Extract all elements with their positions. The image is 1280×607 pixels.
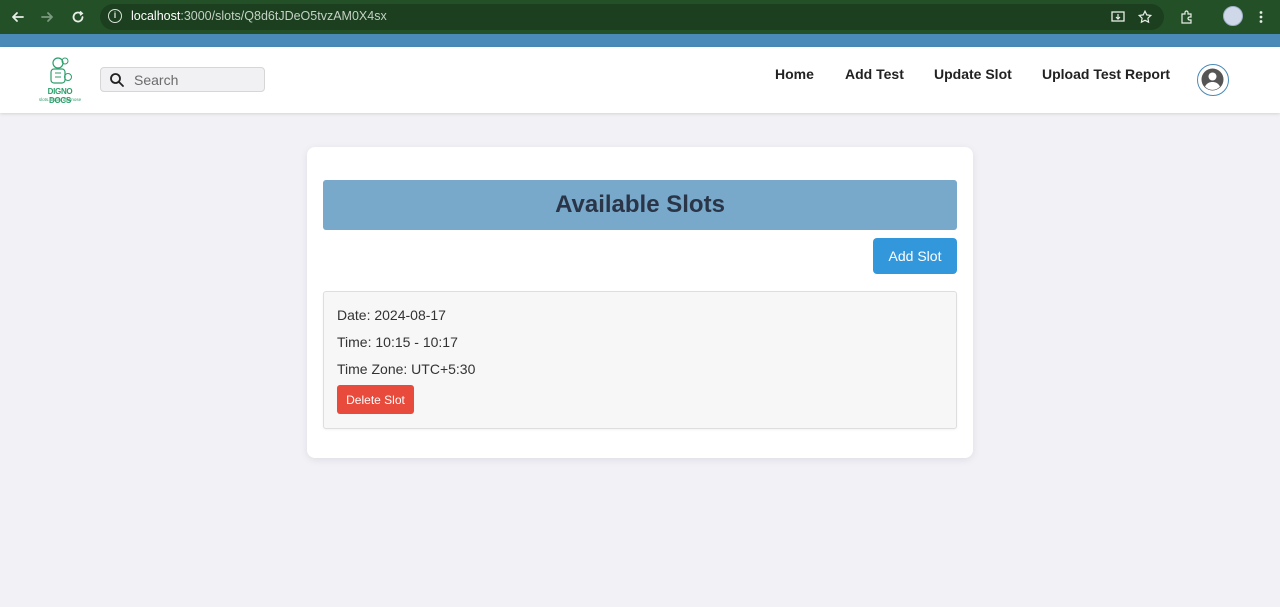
slots-title-bar: Available Slots	[323, 180, 957, 230]
slots-card: Available Slots Add Slot Date: 2024-08-1…	[307, 147, 973, 458]
reload-icon[interactable]	[67, 6, 89, 28]
accent-strip	[0, 34, 1280, 47]
search-icon	[110, 73, 124, 87]
extensions-icon[interactable]	[1176, 6, 1198, 28]
user-avatar[interactable]	[1197, 64, 1229, 96]
address-bar[interactable]: i localhost:3000/slots/Q8d6tJDeO5tvzAM0X…	[100, 4, 1164, 30]
browser-menu-icon[interactable]	[1250, 6, 1272, 28]
logo-text: DIGNO DOCS	[47, 87, 73, 105]
user-profile-icon	[1201, 68, 1224, 91]
delete-slot-button[interactable]: Delete Slot	[337, 385, 414, 414]
nav-add-test[interactable]: Add Test	[845, 66, 904, 82]
nav-upload-test-report[interactable]: Upload Test Report	[1042, 66, 1170, 82]
slot-item: Date: 2024-08-17 Time: 10:15 - 10:17 Tim…	[323, 291, 957, 429]
nav-home[interactable]: Home	[775, 66, 814, 82]
bookmark-star-icon[interactable]	[1134, 6, 1156, 28]
forward-arrow-icon[interactable]	[36, 6, 58, 28]
logo-tagline: slots. book. diagnose	[38, 97, 82, 102]
slot-timezone: Time Zone: UTC+5:30	[337, 361, 476, 377]
browser-toolbar: i localhost:3000/slots/Q8d6tJDeO5tvzAM0X…	[0, 0, 1280, 34]
install-app-icon[interactable]	[1107, 6, 1129, 28]
slot-date: Date: 2024-08-17	[337, 307, 446, 323]
search-box	[100, 67, 265, 92]
site-info-icon[interactable]: i	[108, 9, 122, 23]
logo-mascot-icon	[50, 57, 72, 84]
back-arrow-icon[interactable]	[7, 6, 29, 28]
page-title: Available Slots	[555, 191, 725, 218]
slot-time: Time: 10:15 - 10:17	[337, 334, 458, 350]
logo[interactable]: DIGNO DOCS slots. book. diagnose	[38, 55, 82, 105]
url-path: :3000/slots/Q8d6tJDeO5tvzAM0X4sx	[180, 9, 387, 23]
add-slot-button[interactable]: Add Slot	[873, 238, 957, 274]
app-header: DIGNO DOCS slots. book. diagnose Home Ad…	[0, 47, 1280, 113]
browser-profile-avatar[interactable]	[1223, 6, 1243, 26]
nav-update-slot[interactable]: Update Slot	[934, 66, 1012, 82]
search-input[interactable]	[134, 71, 259, 89]
url-text: localhost:3000/slots/Q8d6tJDeO5tvzAM0X4s…	[131, 9, 387, 23]
url-host: localhost	[131, 9, 181, 23]
